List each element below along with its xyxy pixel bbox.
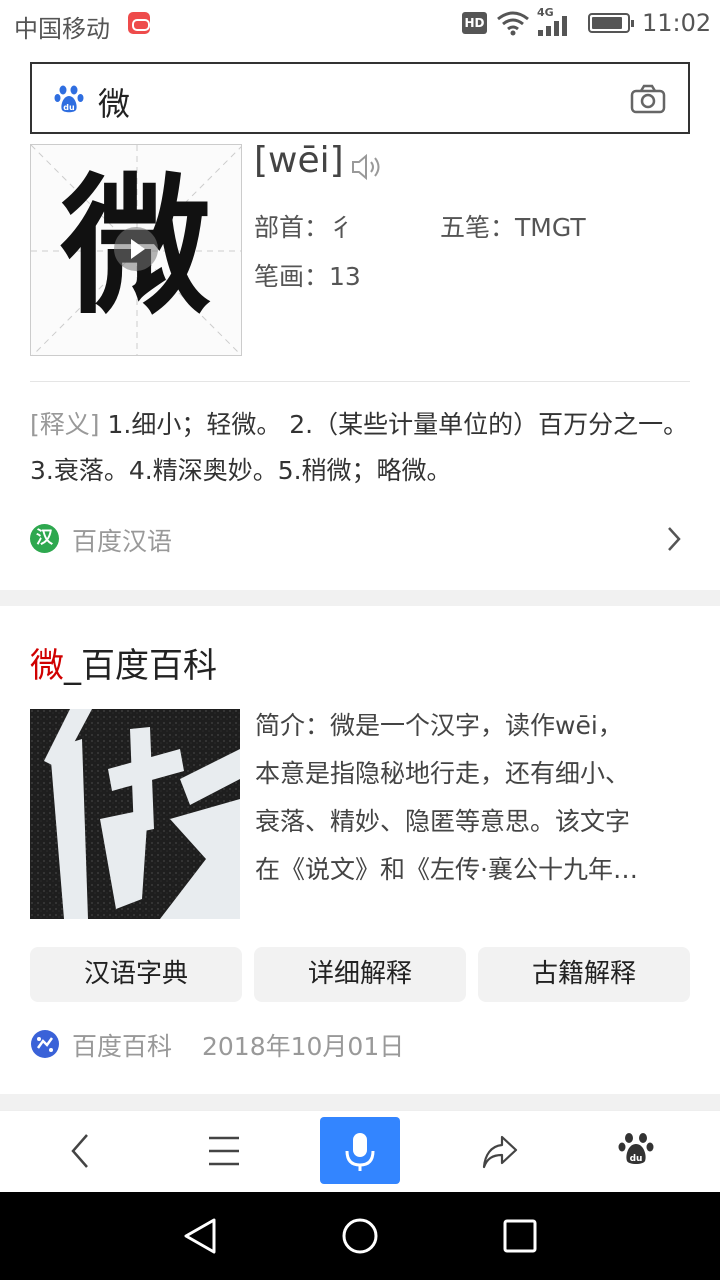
wubi-value: TMGT [515, 213, 586, 242]
definition-tag: [释义] [30, 410, 100, 439]
speaker-icon[interactable] [350, 152, 384, 182]
cloud-notification-icon [128, 12, 150, 34]
definition-text: 1.细小；轻微。 2.（某些计量单位的）百万分之一。3.衰落。4.精深奥妙。5.… [30, 410, 689, 485]
system-nav-bar [0, 1192, 720, 1280]
calligraphy-image[interactable] [30, 709, 240, 919]
source-label: 百度汉语 [72, 527, 173, 556]
detailed-explanation-button[interactable]: 详细解释 [254, 947, 466, 1002]
baike-title-link[interactable]: 微_百度百科 [30, 638, 217, 687]
share-icon[interactable] [480, 1111, 520, 1193]
signal-icon [538, 16, 567, 36]
voice-search-button[interactable] [320, 1117, 400, 1184]
baike-title-rest: _百度百科 [64, 646, 217, 686]
baike-title-highlight: 微 [30, 646, 64, 686]
intro-line: 简介：微是一个汉字，读作wēi， [255, 711, 623, 740]
section-gap [0, 1094, 720, 1110]
baidu-paw-icon[interactable]: du [616, 1111, 656, 1193]
clock: 11:02 [642, 9, 712, 37]
definition: [释义] 1.细小；轻微。 2.（某些计量单位的）百万分之一。3.衰落。4.精深… [30, 402, 690, 494]
strokes-row: 笔画：13 [254, 257, 361, 293]
hanyu-dictionary-button[interactable]: 汉语字典 [30, 947, 242, 1002]
camera-icon[interactable] [630, 84, 666, 114]
chevron-right-icon [668, 527, 681, 551]
pinyin: [wēi] [254, 140, 344, 181]
hanyu-logo-icon: 汉 [30, 524, 59, 553]
classical-explanation-button[interactable]: 古籍解释 [478, 947, 690, 1002]
wubi-row: 五笔：TMGT [440, 208, 586, 244]
baike-logo-icon [31, 1030, 59, 1058]
hanyu-source-link[interactable]: 汉 百度汉语 [30, 520, 690, 558]
nav-home-icon[interactable] [340, 1216, 380, 1256]
calligraphy-artwork [30, 709, 240, 919]
nav-recents-icon[interactable] [502, 1218, 538, 1254]
search-input[interactable]: 微 [98, 79, 130, 125]
radical-row: 部首：彳 [254, 208, 354, 244]
section-gap [0, 590, 720, 606]
strokes-label: 笔画： [254, 262, 330, 291]
play-icon[interactable] [114, 227, 158, 271]
carrier-name: 中国移动 [14, 15, 110, 43]
character-stroke-animation[interactable]: 微 [30, 144, 242, 356]
baike-source-label: 百度百科 [72, 1032, 173, 1061]
menu-icon[interactable] [204, 1111, 244, 1193]
baidu-paw-icon: du [54, 85, 84, 113]
svg-text:du: du [630, 1154, 643, 1164]
back-icon[interactable] [60, 1111, 100, 1193]
bottom-toolbar: du [0, 1110, 720, 1192]
intro-line: 衰落、精妙、隐匿等意思。该文字 [255, 807, 631, 836]
wifi-icon [497, 11, 529, 36]
intro-line: 在《说文》和《左传·襄公十九年… [255, 855, 638, 884]
wubi-label: 五笔： [440, 213, 516, 242]
svg-text:du: du [63, 103, 75, 112]
status-bar: 中国移动 HD 4G 11:02 [0, 0, 720, 50]
hd-icon: HD [462, 12, 487, 34]
baike-date: 2018年10月01日 [202, 1032, 405, 1061]
divider [30, 381, 690, 382]
strokes-value: 13 [329, 262, 361, 291]
nav-back-icon[interactable] [180, 1216, 220, 1256]
baike-intro: 简介：微是一个汉字，读作wēi， 本意是指隐秘地行走，还有细小、 衰落、精妙、隐… [255, 702, 690, 894]
radical-label: 部首： [254, 213, 330, 242]
microphone-icon [345, 1133, 375, 1171]
search-bar[interactable]: du 微 [30, 62, 690, 134]
radical-value: 彳 [329, 213, 355, 242]
battery-icon [588, 13, 634, 33]
intro-line: 本意是指隐秘地行走，还有细小、 [255, 759, 631, 788]
